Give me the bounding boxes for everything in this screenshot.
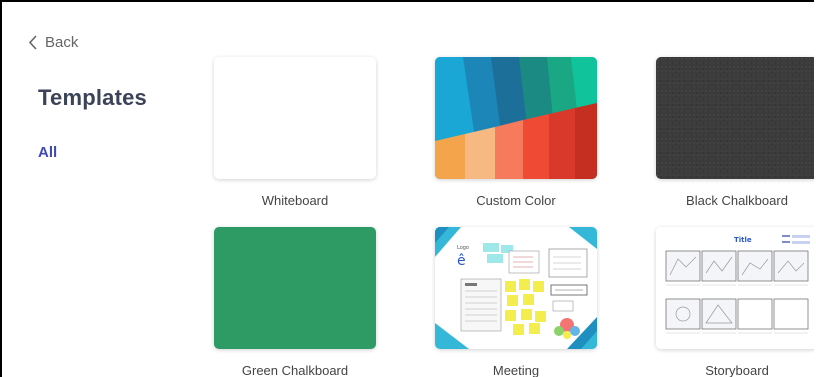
template-label: Black Chalkboard bbox=[686, 193, 788, 208]
template-label: Green Chalkboard bbox=[241, 363, 349, 377]
whiteboard-thumbnail bbox=[214, 57, 376, 179]
green-chalkboard-thumbnail bbox=[214, 227, 376, 349]
template-label: Storyboard bbox=[705, 363, 769, 377]
template-card-meeting[interactable]: Logo ê Meeting bbox=[435, 227, 597, 377]
storyboard-title-text: Title bbox=[734, 236, 752, 244]
template-card-black-chalkboard[interactable]: Black Chalkboard bbox=[656, 57, 814, 208]
chevron-left-icon bbox=[28, 35, 37, 50]
template-label: Whiteboard bbox=[261, 193, 329, 208]
storyboard-thumbnail: Title bbox=[656, 227, 814, 349]
meeting-thumbnail: Logo ê bbox=[435, 227, 597, 349]
svg-text:Logo: Logo bbox=[457, 245, 469, 251]
template-label: Meeting bbox=[492, 363, 540, 377]
page-title: Templates bbox=[38, 85, 147, 110]
templates-page: Back Templates All Whiteboard Custom Col… bbox=[0, 0, 814, 377]
back-label: Back bbox=[45, 34, 79, 51]
black-chalkboard-thumbnail bbox=[656, 57, 814, 179]
category-all[interactable]: All bbox=[38, 144, 57, 161]
svg-text:ê: ê bbox=[457, 253, 466, 269]
back-button[interactable]: Back bbox=[28, 34, 78, 51]
custom-color-thumbnail bbox=[435, 57, 597, 179]
template-card-custom-color[interactable]: Custom Color bbox=[435, 57, 597, 208]
template-card-storyboard[interactable]: Title Storyboard bbox=[656, 227, 814, 377]
template-card-whiteboard[interactable]: Whiteboard bbox=[214, 57, 376, 208]
template-card-green-chalkboard[interactable]: Green Chalkboard bbox=[214, 227, 376, 377]
template-label: Custom Color bbox=[476, 193, 556, 208]
